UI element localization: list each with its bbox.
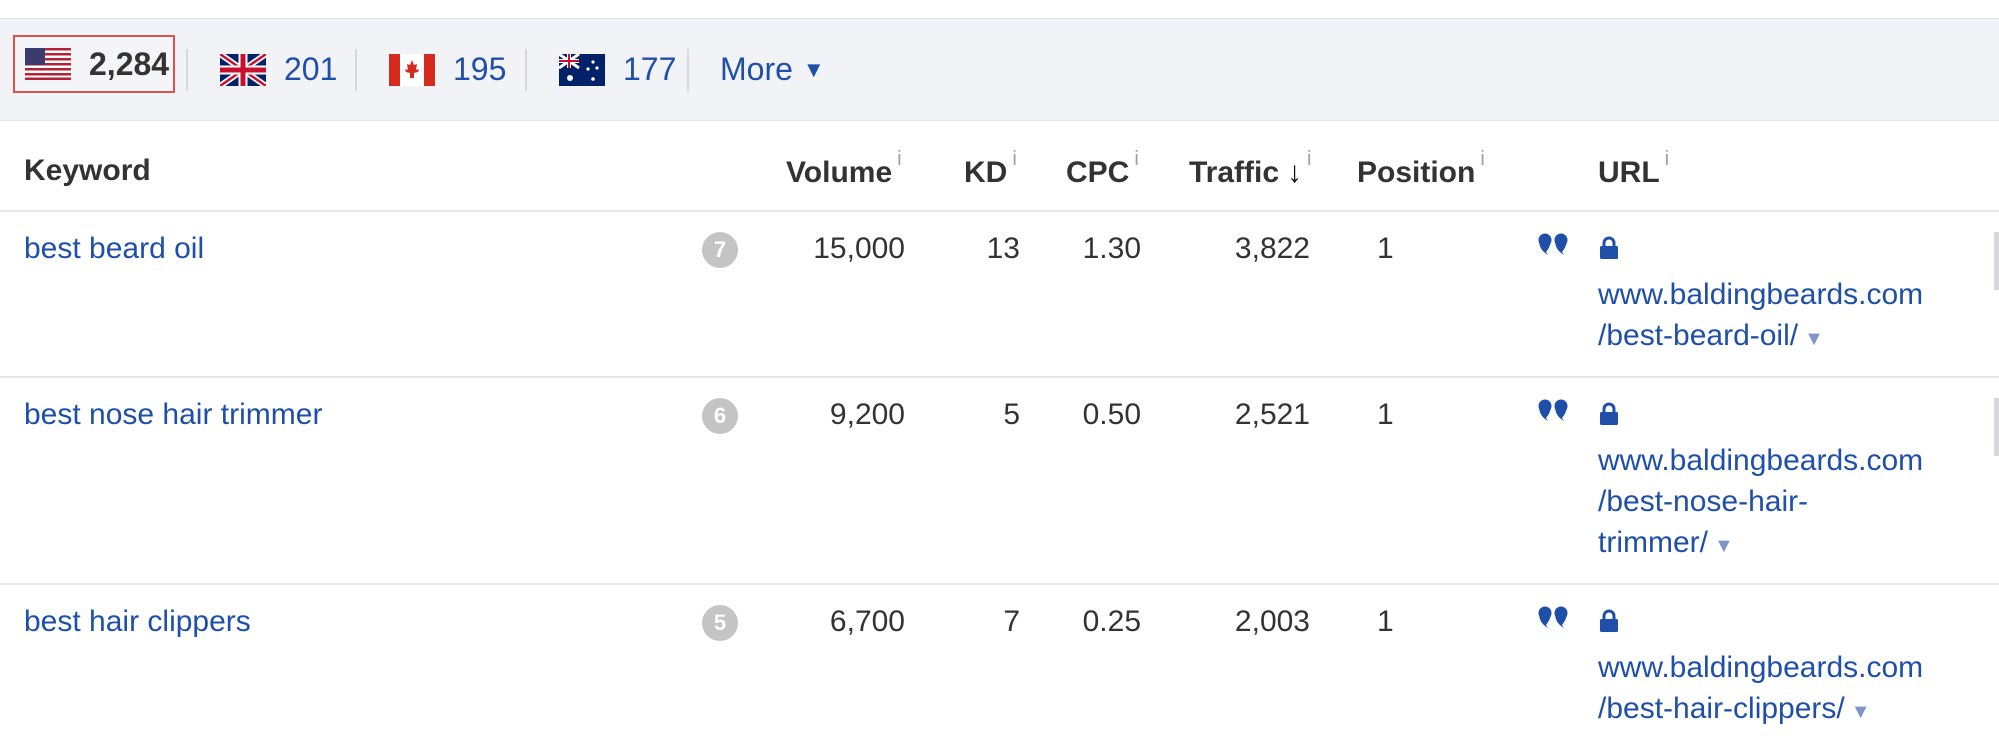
- cpc-value: 1.30: [1082, 232, 1141, 265]
- table-header: Keyword Volume i KD i CPC i Traffic ↓ i Posit…: [0, 120, 1999, 212]
- keyword-link[interactable]: best nose hair trimmer: [24, 398, 322, 432]
- row-edge-marker: [1994, 232, 1999, 290]
- traffic-value: 2,003: [1234, 605, 1310, 638]
- table-row: best beard oil 7 15,000 13 1.30 3,822 1 …: [0, 210, 1999, 378]
- quote-icon[interactable]: [1537, 232, 1569, 258]
- url-link[interactable]: www.baldingbeards.com /best-nose-hair- t…: [1598, 440, 1958, 567]
- country-count-ca: 195: [453, 51, 507, 87]
- quote-icon[interactable]: [1537, 398, 1569, 424]
- keyword-link[interactable]: best beard oil: [24, 232, 204, 266]
- kd-value: 13: [986, 232, 1020, 265]
- table-row: best hair clippers 5 6,700 7 0.25 2,003 …: [0, 583, 1999, 743]
- divider: [355, 49, 357, 91]
- australia-flag-icon: [559, 53, 605, 86]
- lock-icon: [1600, 402, 1618, 425]
- more-countries-dropdown[interactable]: More ▼: [720, 19, 825, 120]
- serp-features-badge[interactable]: 7: [702, 232, 738, 268]
- kd-value: 5: [1003, 398, 1020, 431]
- url-link[interactable]: www.baldingbeards.com /best-hair-clipper…: [1598, 647, 1958, 733]
- column-header-keyword[interactable]: Keyword: [24, 154, 151, 188]
- row-edge-marker: [1994, 398, 1999, 456]
- column-header-kd[interactable]: KD i: [964, 148, 1017, 190]
- column-header-traffic[interactable]: Traffic ↓ i: [1189, 148, 1311, 190]
- caret-down-icon[interactable]: ▼: [1804, 328, 1824, 350]
- canada-flag-icon: [389, 53, 435, 86]
- country-tab-au[interactable]: 177: [559, 19, 676, 120]
- info-icon[interactable]: i: [1665, 148, 1669, 170]
- divider: [186, 49, 188, 91]
- country-count-us: 2,284: [89, 45, 170, 82]
- country-count-au: 177: [623, 51, 677, 87]
- keyword-link[interactable]: best hair clippers: [24, 605, 251, 639]
- url-link[interactable]: www.baldingbeards.com /best-beard-oil/▼: [1598, 274, 1958, 360]
- divider: [687, 49, 689, 91]
- caret-down-icon: ▼: [802, 56, 825, 82]
- column-header-volume[interactable]: Volume i: [786, 148, 902, 190]
- info-icon[interactable]: i: [1480, 148, 1484, 170]
- volume-value: 9,200: [829, 398, 905, 431]
- uk-flag-icon: [220, 53, 266, 86]
- quote-icon[interactable]: [1537, 605, 1569, 631]
- traffic-value: 2,521: [1234, 398, 1310, 431]
- country-tab-ca[interactable]: 195: [389, 19, 506, 120]
- position-value: 1: [1377, 398, 1394, 431]
- kd-value: 7: [1003, 605, 1020, 638]
- caret-down-icon[interactable]: ▼: [1714, 535, 1734, 557]
- country-tab-gb[interactable]: 201: [220, 19, 337, 120]
- position-value: 1: [1377, 232, 1394, 265]
- position-value: 1: [1377, 605, 1394, 638]
- cpc-value: 0.25: [1082, 605, 1141, 638]
- traffic-value: 3,822: [1234, 232, 1310, 265]
- volume-value: 6,700: [829, 605, 905, 638]
- caret-down-icon[interactable]: ▼: [1851, 701, 1871, 723]
- cpc-value: 0.50: [1082, 398, 1141, 431]
- serp-features-badge[interactable]: 5: [702, 605, 738, 641]
- more-label: More: [720, 51, 793, 87]
- serp-features-badge[interactable]: 6: [702, 398, 738, 434]
- info-icon[interactable]: i: [1134, 148, 1138, 170]
- lock-icon: [1600, 609, 1618, 632]
- country-tab-us[interactable]: 2,284: [13, 35, 175, 93]
- info-icon[interactable]: i: [1012, 148, 1016, 170]
- column-header-url[interactable]: URL i: [1598, 148, 1669, 190]
- us-flag-icon: [25, 48, 71, 80]
- column-header-position[interactable]: Position i: [1357, 148, 1485, 190]
- table-row: best nose hair trimmer 6 9,200 5 0.50 2,…: [0, 376, 1999, 585]
- sort-down-icon: ↓: [1287, 156, 1303, 189]
- column-header-cpc[interactable]: CPC i: [1066, 148, 1139, 190]
- country-bar: 2,284 201 195 177 More ▼: [0, 18, 1999, 121]
- divider: [525, 49, 527, 91]
- info-icon[interactable]: i: [1307, 148, 1311, 170]
- country-count-gb: 201: [284, 51, 338, 87]
- volume-value: 15,000: [813, 232, 905, 265]
- lock-icon: [1600, 236, 1618, 259]
- info-icon[interactable]: i: [897, 148, 901, 170]
